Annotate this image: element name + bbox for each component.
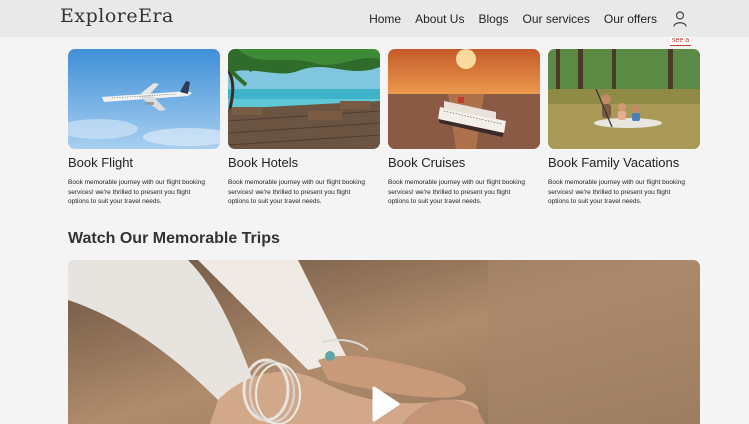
card-title: Book Flight bbox=[68, 155, 134, 170]
airplane-image bbox=[68, 49, 220, 149]
card-description: Book memorable journey with our flight b… bbox=[548, 179, 685, 205]
user-icon[interactable] bbox=[673, 10, 687, 27]
nav-home[interactable]: Home bbox=[369, 12, 401, 26]
card-title: Book Family Vacations bbox=[548, 155, 680, 170]
see-all-link[interactable]: see a bbox=[670, 37, 692, 46]
trips-video[interactable] bbox=[68, 260, 700, 424]
card-title: Book Cruises bbox=[388, 155, 466, 170]
nav-our-services[interactable]: Our services bbox=[523, 12, 590, 26]
nav-about-us[interactable]: About Us bbox=[415, 12, 464, 26]
play-icon[interactable] bbox=[368, 384, 402, 424]
nav-links: Home About Us Blogs Our services Our off… bbox=[355, 0, 687, 37]
nav-blogs[interactable]: Blogs bbox=[478, 12, 508, 26]
service-card-hotels[interactable]: Book Hotels Book memorable journey with … bbox=[228, 49, 380, 207]
resort-image bbox=[228, 49, 380, 149]
service-card-cruises[interactable]: Book Cruises Book memorable journey with… bbox=[388, 49, 540, 207]
service-card-family-vacations[interactable]: Book Family Vacations Book memorable jou… bbox=[548, 49, 700, 207]
trips-section-title: Watch Our Memorable Trips bbox=[68, 230, 280, 247]
cruise-ship-image bbox=[388, 49, 540, 149]
card-description: Book memorable journey with our flight b… bbox=[68, 179, 205, 205]
card-title: Book Hotels bbox=[228, 155, 299, 170]
nav-our-offers[interactable]: Our offers bbox=[604, 12, 657, 26]
service-card-flight[interactable]: Book Flight Book memorable journey with … bbox=[68, 49, 220, 207]
card-description: Book memorable journey with our flight b… bbox=[388, 179, 525, 205]
brand-logo[interactable]: ExploreEra bbox=[60, 5, 174, 27]
family-paddleboard-image bbox=[548, 49, 700, 149]
navbar: ExploreEra Home About Us Blogs Our servi… bbox=[0, 0, 749, 37]
card-description: Book memorable journey with our flight b… bbox=[228, 179, 365, 205]
